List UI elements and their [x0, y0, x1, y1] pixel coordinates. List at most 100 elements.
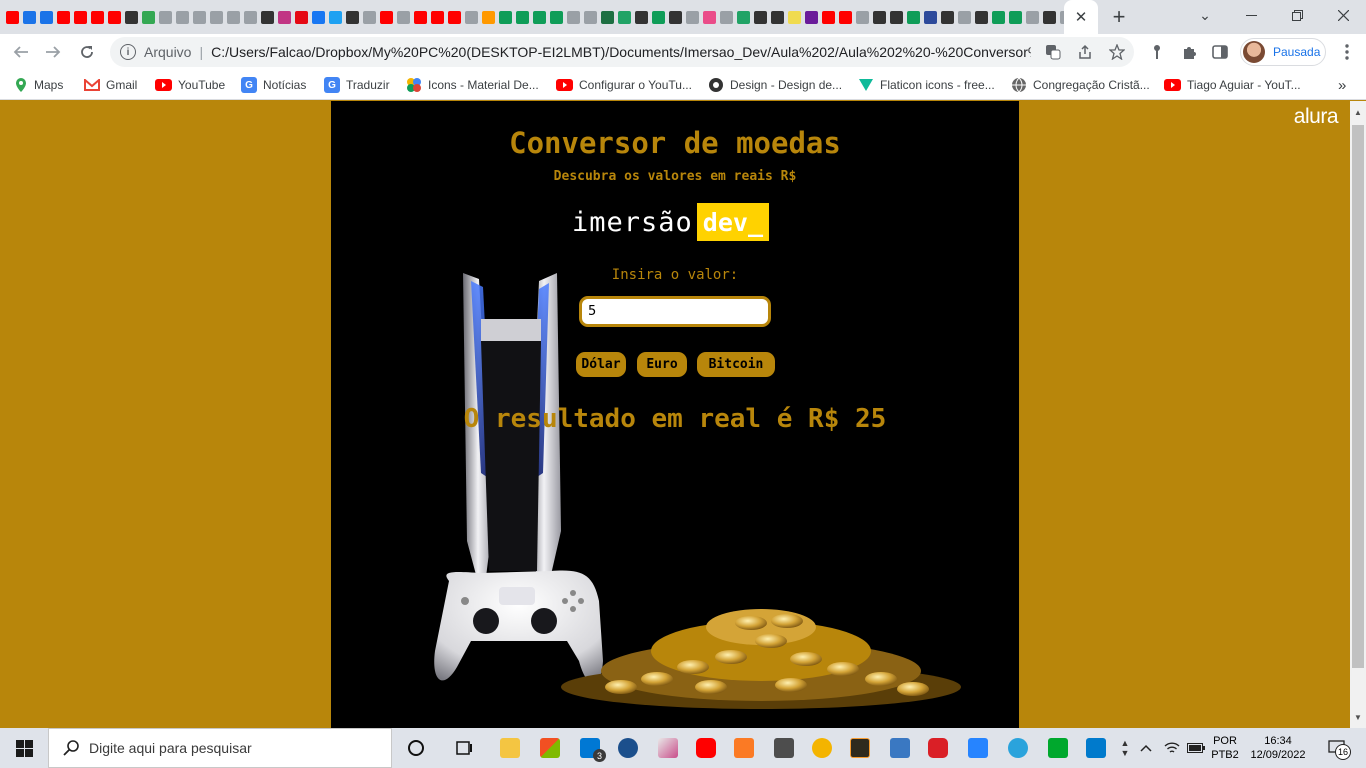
tab-favicon[interactable]: [922, 9, 939, 26]
restore-button[interactable]: [1274, 0, 1320, 30]
battery-tray[interactable]: [1184, 732, 1208, 764]
close-window-button[interactable]: [1320, 0, 1366, 30]
tab-favicon[interactable]: [854, 9, 871, 26]
tab-favicon[interactable]: [905, 9, 922, 26]
tab-favicon[interactable]: [55, 9, 72, 26]
tab-favicon[interactable]: [616, 9, 633, 26]
file-explorer-app[interactable]: [492, 732, 528, 764]
info-icon[interactable]: i: [120, 44, 136, 60]
taskbar-scroll[interactable]: ▲ ▼: [1118, 728, 1132, 768]
tab-favicon[interactable]: [344, 9, 361, 26]
tab-favicon[interactable]: [735, 9, 752, 26]
share-icon[interactable]: [1076, 43, 1094, 61]
bookmark-tiago-aguiar[interactable]: Tiago Aguiar - YouT...: [1164, 76, 1301, 94]
tab-favicon[interactable]: [888, 9, 905, 26]
bookmark-gmail[interactable]: Gmail: [84, 76, 137, 94]
tab-favicon[interactable]: [446, 9, 463, 26]
tab-favicon[interactable]: [38, 9, 55, 26]
language-indicator[interactable]: POR PTB2: [1208, 734, 1242, 762]
tab-favicon[interactable]: [106, 9, 123, 26]
tab-favicon[interactable]: [599, 9, 616, 26]
key-icon[interactable]: [1147, 42, 1167, 62]
tab-favicon[interactable]: [174, 9, 191, 26]
app-icon-9[interactable]: [804, 732, 840, 764]
value-input[interactable]: [579, 296, 771, 327]
calculator-app[interactable]: [766, 732, 802, 764]
address-bar[interactable]: i Arquivo | C:/Users/Falcao/Dropbox/My%2…: [110, 37, 1134, 67]
tab-favicon[interactable]: [361, 9, 378, 26]
minimize-button[interactable]: [1228, 0, 1274, 30]
tab-favicon[interactable]: [718, 9, 735, 26]
wifi-tray[interactable]: [1160, 732, 1184, 764]
xampp-app[interactable]: [726, 732, 762, 764]
tab-favicon[interactable]: [157, 9, 174, 26]
tab-favicon[interactable]: [633, 9, 650, 26]
tray-expand-button[interactable]: [1136, 732, 1156, 764]
github-desktop-app[interactable]: [610, 732, 646, 764]
tab-favicon[interactable]: [650, 9, 667, 26]
reload-button[interactable]: [74, 39, 100, 65]
taskbar-search[interactable]: Digite aqui para pesquisar: [48, 728, 392, 768]
tab-favicon[interactable]: [480, 9, 497, 26]
bookmark-material-icons[interactable]: Icons - Material De...: [406, 76, 539, 94]
tab-favicon[interactable]: [667, 9, 684, 26]
tab-favicon[interactable]: [871, 9, 888, 26]
creative-cloud-app[interactable]: [920, 732, 956, 764]
tab-favicon[interactable]: [378, 9, 395, 26]
tab-favicon[interactable]: [786, 9, 803, 26]
virtualbox-app[interactable]: [882, 732, 918, 764]
store-app[interactable]: [532, 732, 568, 764]
tab-favicon[interactable]: [548, 9, 565, 26]
bookmark-design[interactable]: Design - Design de...: [708, 76, 842, 94]
side-panel-icon[interactable]: [1210, 42, 1230, 62]
tab-favicon[interactable]: [990, 9, 1007, 26]
tab-favicon[interactable]: [837, 9, 854, 26]
chevron-down-icon[interactable]: ⌄: [1182, 0, 1228, 30]
back-button[interactable]: [8, 39, 34, 65]
bookmark-noticias[interactable]: G Notícias: [241, 76, 306, 94]
tab-favicon[interactable]: [973, 9, 990, 26]
tab-favicon[interactable]: [123, 9, 140, 26]
tab-close-icon[interactable]: ✕: [1075, 8, 1088, 26]
tab-favicon[interactable]: [1007, 9, 1024, 26]
bookmark-youtube[interactable]: YouTube: [155, 76, 225, 94]
tab-favicon[interactable]: [684, 9, 701, 26]
bookmarks-more[interactable]: »: [1338, 76, 1346, 94]
new-tab-button[interactable]: +: [1106, 4, 1132, 30]
tab-favicon[interactable]: [769, 9, 786, 26]
tab-favicon[interactable]: [803, 9, 820, 26]
fireworks-app[interactable]: [842, 732, 878, 764]
tab-favicon[interactable]: [582, 9, 599, 26]
bookmark-configurar-youtube[interactable]: Configurar o YouTu...: [556, 76, 692, 94]
tab-favicon[interactable]: [956, 9, 973, 26]
tab-favicon[interactable]: [242, 9, 259, 26]
vscode-app[interactable]: [1078, 732, 1114, 764]
tab-favicon[interactable]: [327, 9, 344, 26]
cortana-button[interactable]: [398, 732, 434, 764]
tab-favicon[interactable]: [429, 9, 446, 26]
task-view-button[interactable]: [446, 732, 482, 764]
paint-app[interactable]: [650, 732, 686, 764]
mail-app[interactable]: 3: [572, 732, 608, 764]
translate-icon[interactable]: [1044, 43, 1062, 61]
bookmark-traduzir[interactable]: G Traduzir: [324, 76, 390, 94]
url-text[interactable]: C:/Users/Falcao/Dropbox/My%20PC%20(DESKT…: [211, 44, 1031, 60]
tab-favicon[interactable]: [140, 9, 157, 26]
euro-button[interactable]: Euro: [637, 352, 687, 377]
tab-favicon[interactable]: [701, 9, 718, 26]
bookmark-congregacao[interactable]: Congregação Cristã...: [1011, 76, 1150, 94]
tab-favicon[interactable]: [208, 9, 225, 26]
profile-button[interactable]: Pausada: [1240, 38, 1326, 66]
bookmark-flaticon[interactable]: Flaticon icons - free...: [858, 76, 995, 94]
bookmark-star-icon[interactable]: [1108, 43, 1126, 61]
youtube-app[interactable]: [688, 732, 724, 764]
scrollbar-thumb[interactable]: [1352, 125, 1364, 668]
bookmark-maps[interactable]: Maps: [14, 76, 63, 94]
tab-favicon[interactable]: [1024, 9, 1041, 26]
tab-favicon[interactable]: [293, 9, 310, 26]
sourcetree-app[interactable]: [960, 732, 996, 764]
tab-favicon[interactable]: [89, 9, 106, 26]
tab-favicon[interactable]: [225, 9, 242, 26]
clock[interactable]: 16:34 12/09/2022: [1246, 734, 1310, 762]
tab-favicon[interactable]: [939, 9, 956, 26]
